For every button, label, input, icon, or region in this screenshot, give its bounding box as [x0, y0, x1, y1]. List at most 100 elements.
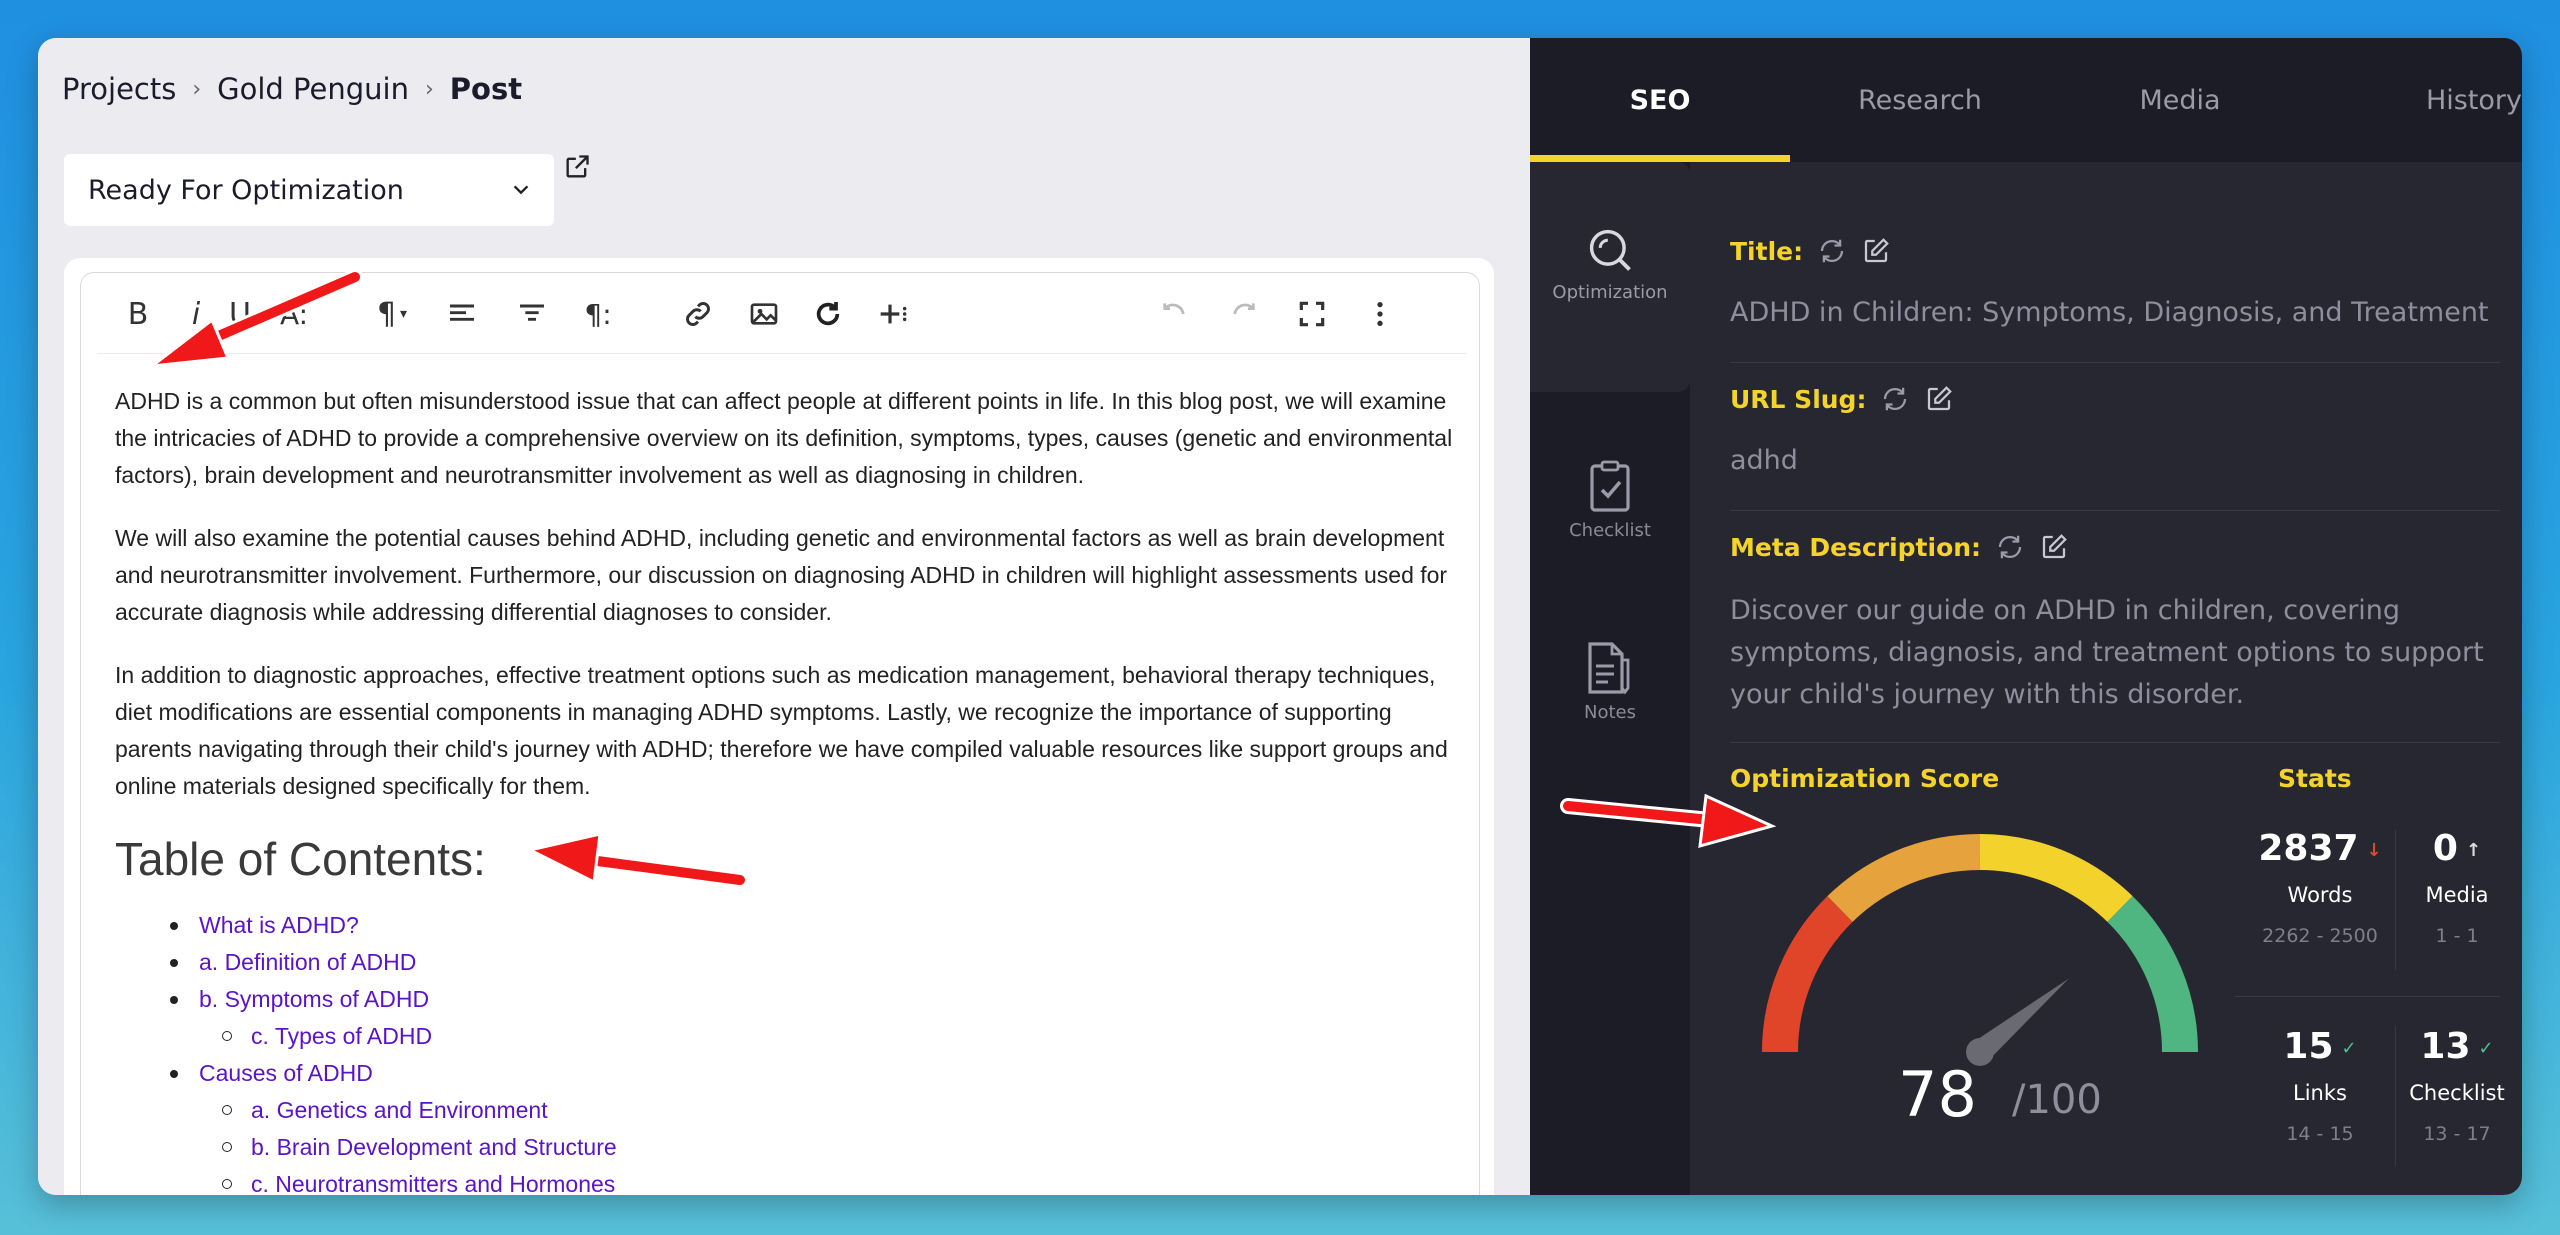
arrow-down-icon: ↓	[2366, 839, 2382, 861]
rail-optimization[interactable]: Optimization	[1530, 162, 1690, 392]
causes-paragraph: We will also examine the potential cause…	[115, 525, 1448, 625]
check-icon: ✓	[2478, 1037, 2494, 1059]
toc-link[interactable]: a. Genetics and Environment	[115, 1092, 1455, 1129]
editor-card: B i U A: ¶ ▾ ¶: ADHD is a common but oft…	[64, 258, 1494, 1195]
slug-field-label: URL Slug:	[1730, 384, 1954, 414]
meta-label: Meta Description:	[1730, 532, 1982, 562]
rail-checklist[interactable]: Checklist	[1530, 458, 1690, 541]
editor-pane: Projects › Gold Penguin › Post Ready For…	[38, 38, 1530, 1195]
active-tab-indicator	[1530, 155, 1790, 162]
redo-circle-icon	[816, 302, 840, 326]
tab-history[interactable]: History	[2290, 38, 2522, 162]
app-window: Projects › Gold Penguin › Post Ready For…	[38, 38, 2522, 1195]
title-field-label: Title:	[1730, 236, 1891, 266]
refresh-icon[interactable]	[1817, 236, 1847, 266]
optimization-score-value: 78	[1898, 1058, 1977, 1131]
edit-icon[interactable]	[1924, 384, 1954, 414]
breadcrumb-projects[interactable]: Projects	[62, 72, 176, 106]
redo-button[interactable]	[1223, 293, 1265, 335]
stat-links-value: 15	[2283, 1026, 2334, 1067]
stat-checklist-value: 13	[2420, 1026, 2471, 1067]
stat-media-range: 1 - 1	[2435, 925, 2479, 947]
sidebar-tabs: SEO Research Media History	[1530, 38, 2522, 162]
status-select[interactable]: Ready For Optimization	[64, 154, 554, 226]
rich-text-editor: B i U A: ¶ ▾ ¶: ADHD is a common but oft…	[80, 272, 1480, 1195]
stat-words: 2837 ↓ Words 2262 - 2500	[2240, 828, 2400, 947]
paragraph-format-button[interactable]: ¶:	[577, 293, 619, 335]
stat-words-range: 2262 - 2500	[2262, 925, 2378, 947]
meta-description-value[interactable]: Discover our guide on ADHD in children, …	[1730, 590, 2500, 716]
divider	[1730, 510, 2500, 511]
toc-link[interactable]: b. Brain Development and Structure	[115, 1129, 1455, 1166]
stat-media-value: 0	[2432, 828, 2458, 869]
plus-more-icon	[880, 304, 907, 324]
toc-link[interactable]: b. Symptoms of ADHD	[115, 981, 1455, 1018]
breadcrumb: Projects › Gold Penguin › Post	[62, 72, 522, 106]
rail-notes-label: Notes	[1584, 702, 1636, 723]
annotation-arrow-editor	[146, 269, 363, 369]
edit-icon[interactable]	[1861, 236, 1891, 266]
arrow-up-icon: ↑	[2465, 839, 2482, 861]
align-left-button[interactable]	[441, 293, 483, 335]
chevron-right-icon: ›	[424, 76, 434, 102]
stat-words-value: 2837	[2258, 828, 2359, 869]
undo-icon	[1163, 303, 1185, 315]
link-icon	[686, 302, 710, 326]
meta-field-label: Meta Description:	[1730, 532, 2069, 562]
paragraph-style-button[interactable]: ¶ ▾	[367, 293, 417, 335]
tab-seo[interactable]: SEO	[1530, 38, 1790, 162]
refresh-content-button[interactable]	[807, 293, 849, 335]
undo-button[interactable]	[1153, 293, 1195, 335]
stat-checklist-name: Checklist	[2409, 1081, 2505, 1105]
breadcrumb-gold-penguin[interactable]: Gold Penguin	[217, 72, 409, 106]
insert-image-button[interactable]	[743, 293, 785, 335]
edit-icon[interactable]	[2039, 532, 2069, 562]
editor-content[interactable]: ADHD is a common but often misunderstood…	[115, 383, 1455, 1195]
toc-link[interactable]: c. Types of ADHD	[115, 1018, 1455, 1055]
optimization-score-max: /100	[2012, 1077, 2102, 1123]
image-icon	[750, 303, 778, 325]
toc-link[interactable]: Causes of ADHD	[115, 1055, 1455, 1092]
insert-more-button[interactable]	[873, 293, 915, 335]
optimization-score-label: Optimization Score	[1730, 764, 2000, 793]
divider	[1730, 742, 2500, 743]
tab-media[interactable]: Media	[2050, 38, 2310, 162]
fullscreen-button[interactable]	[1291, 293, 1333, 335]
seo-sidebar: SEO Research Media History Optimization …	[1530, 38, 2522, 1195]
insert-link-button[interactable]	[677, 293, 719, 335]
stat-links-range: 14 - 15	[2286, 1123, 2354, 1145]
clipboard-check-icon	[1590, 460, 1630, 512]
refresh-icon[interactable]	[1880, 384, 1910, 414]
chevron-down-icon	[513, 185, 529, 195]
tab-research[interactable]: Research	[1790, 38, 2050, 162]
more-options-button[interactable]	[1359, 293, 1401, 335]
stat-checklist-range: 13 - 17	[2423, 1123, 2491, 1145]
search-icon	[1589, 229, 1631, 271]
intro-paragraph: ADHD is a common but often misunderstood…	[115, 388, 1453, 488]
chevron-right-icon: ›	[192, 76, 202, 102]
toc-link[interactable]: c. Neurotransmitters and Hormones	[115, 1166, 1455, 1195]
title-value[interactable]: ADHD in Children: Symptoms, Diagnosis, a…	[1730, 292, 2500, 334]
slug-label: URL Slug:	[1730, 384, 1867, 414]
check-icon: ✓	[2341, 1037, 2357, 1059]
stat-media: 0 ↑ Media 1 - 1	[2402, 828, 2512, 947]
tab-history-label: History	[2425, 84, 2522, 116]
stat-media-name: Media	[2425, 883, 2489, 907]
stats-label: Stats	[2278, 764, 2352, 793]
external-link-icon[interactable]	[563, 153, 591, 181]
optimization-gauge	[1761, 833, 2199, 1066]
align-left-icon	[450, 304, 474, 321]
notes-icon	[1588, 642, 1630, 695]
toc-link[interactable]: What is ADHD?	[115, 907, 1455, 944]
rail-spacer	[1530, 162, 1690, 224]
gauge-segment-green	[2107, 896, 2199, 1053]
rail-checklist-label: Checklist	[1569, 520, 1651, 541]
toc-link[interactable]: a. Definition of ADHD	[115, 944, 1455, 981]
slug-value[interactable]: adhd	[1730, 440, 2500, 482]
divider	[1730, 362, 2500, 363]
align-center-button[interactable]	[511, 293, 553, 335]
redo-icon	[1233, 303, 1255, 315]
refresh-icon[interactable]	[1995, 532, 2025, 562]
breadcrumb-current: Post	[449, 72, 523, 106]
rail-notes[interactable]: Notes	[1530, 640, 1690, 723]
